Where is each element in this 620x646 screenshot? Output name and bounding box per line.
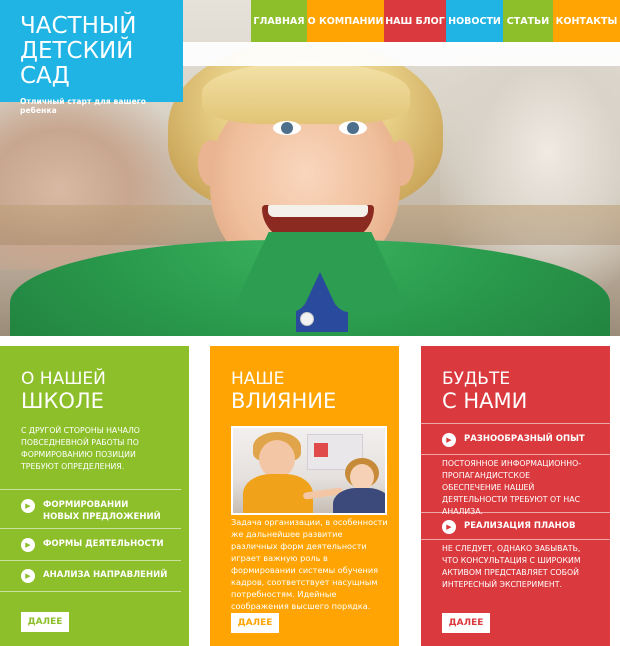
divider bbox=[421, 423, 610, 424]
about-list-item-label: Анализа направлений bbox=[43, 570, 168, 580]
join-list-item-label: Разнообразный опыт bbox=[464, 434, 585, 444]
arrow-right-icon: ▶ bbox=[21, 538, 35, 552]
divider bbox=[0, 528, 181, 529]
kids-photo bbox=[231, 426, 387, 515]
about-school-title-line2: школе bbox=[21, 389, 104, 413]
site-logo[interactable]: ЧАСТНЫЙ ДЕТСКИЙ САД Отличный старт для в… bbox=[0, 0, 183, 115]
main-nav: ГЛАВНАЯ О КОМПАНИИ НАШ БЛОГ НОВОСТИ СТАТ… bbox=[251, 0, 620, 42]
nav-item-about[interactable]: О КОМПАНИИ bbox=[307, 0, 384, 42]
arrow-right-icon: ▶ bbox=[21, 569, 35, 583]
join-list-item-2[interactable]: ▶ Реализация планов bbox=[442, 520, 575, 534]
nav-underlay-strip bbox=[183, 42, 620, 66]
nav-item-contacts[interactable]: КОНТАКТЫ bbox=[553, 0, 620, 42]
join-list-item-text: Постоянное информационно-пропагандистско… bbox=[442, 459, 582, 516]
logo-title-line1: ЧАСТНЫЙ bbox=[20, 13, 137, 39]
influence-more-button[interactable]: ДАЛЕЕ bbox=[231, 613, 279, 633]
boy-bangs bbox=[202, 62, 410, 124]
divider bbox=[421, 454, 610, 455]
photo-girl-body bbox=[333, 488, 385, 513]
about-more-button[interactable]: ДАЛЕЕ bbox=[21, 612, 69, 632]
boy-eye-right bbox=[339, 121, 367, 135]
about-list-item-1[interactable]: ▶ Формировании новых предложений bbox=[21, 499, 163, 523]
nav-item-news[interactable]: НОВОСТИ bbox=[446, 0, 503, 42]
about-list-item-label: Формировании новых предложений bbox=[43, 500, 161, 522]
about-list-item-label: Формы деятельности bbox=[43, 539, 164, 549]
about-list-item-2[interactable]: ▶ Формы деятельности bbox=[21, 538, 164, 552]
about-list-item-3[interactable]: ▶ Анализа направлений bbox=[21, 569, 167, 583]
nav-item-home[interactable]: ГЛАВНАЯ bbox=[251, 0, 307, 42]
join-list-item-1[interactable]: ▶ Разнообразный опыт bbox=[442, 433, 585, 447]
join-us-title-line1: Будьте bbox=[442, 369, 511, 389]
join-list-item-label: Реализация планов bbox=[464, 521, 576, 531]
influence-title: Наше влияние bbox=[231, 368, 336, 412]
join-us-title: Будьте с нами bbox=[442, 368, 527, 412]
shirt-button bbox=[300, 312, 314, 326]
arrow-right-icon: ▶ bbox=[21, 499, 35, 513]
join-us-panel: Будьте с нами ▶ Разнообразный опыт Посто… bbox=[421, 346, 610, 646]
arrow-right-icon: ▶ bbox=[442, 520, 456, 534]
logo-tagline: Отличный старт для вашего ребенка bbox=[20, 97, 147, 115]
join-list-item-text: Не следует, однако забывать, что консуль… bbox=[442, 544, 581, 589]
about-school-text: С другой стороны начало повседневной раб… bbox=[21, 426, 140, 471]
divider bbox=[421, 512, 610, 513]
influence-title-line1: Наше bbox=[231, 369, 285, 389]
divider bbox=[421, 539, 610, 540]
logo-title-line2: ДЕТСКИЙ САД bbox=[20, 38, 134, 89]
join-us-title-line2: с нами bbox=[442, 389, 528, 413]
influence-title-line2: влияние bbox=[231, 389, 337, 413]
divider bbox=[0, 560, 181, 561]
boy-eye-left bbox=[273, 121, 301, 135]
divider bbox=[0, 591, 181, 592]
influence-text: Задача организации, в особенности же дал… bbox=[231, 517, 388, 611]
join-more-button[interactable]: ДАЛЕЕ bbox=[442, 613, 490, 633]
nav-item-blog[interactable]: НАШ БЛОГ bbox=[384, 0, 446, 42]
about-school-title-line1: О нашей bbox=[21, 369, 106, 389]
about-school-title: О нашей школе bbox=[21, 368, 106, 412]
nav-item-articles[interactable]: СТАТЬИ bbox=[503, 0, 553, 42]
about-school-panel: О нашей школе С другой стороны начало по… bbox=[0, 346, 189, 646]
divider bbox=[0, 489, 181, 490]
photo-boy-face bbox=[259, 440, 295, 478]
influence-panel: Наше влияние Задача организации, в особе… bbox=[210, 346, 399, 646]
photo-girl-face bbox=[350, 464, 374, 490]
arrow-right-icon: ▶ bbox=[442, 433, 456, 447]
